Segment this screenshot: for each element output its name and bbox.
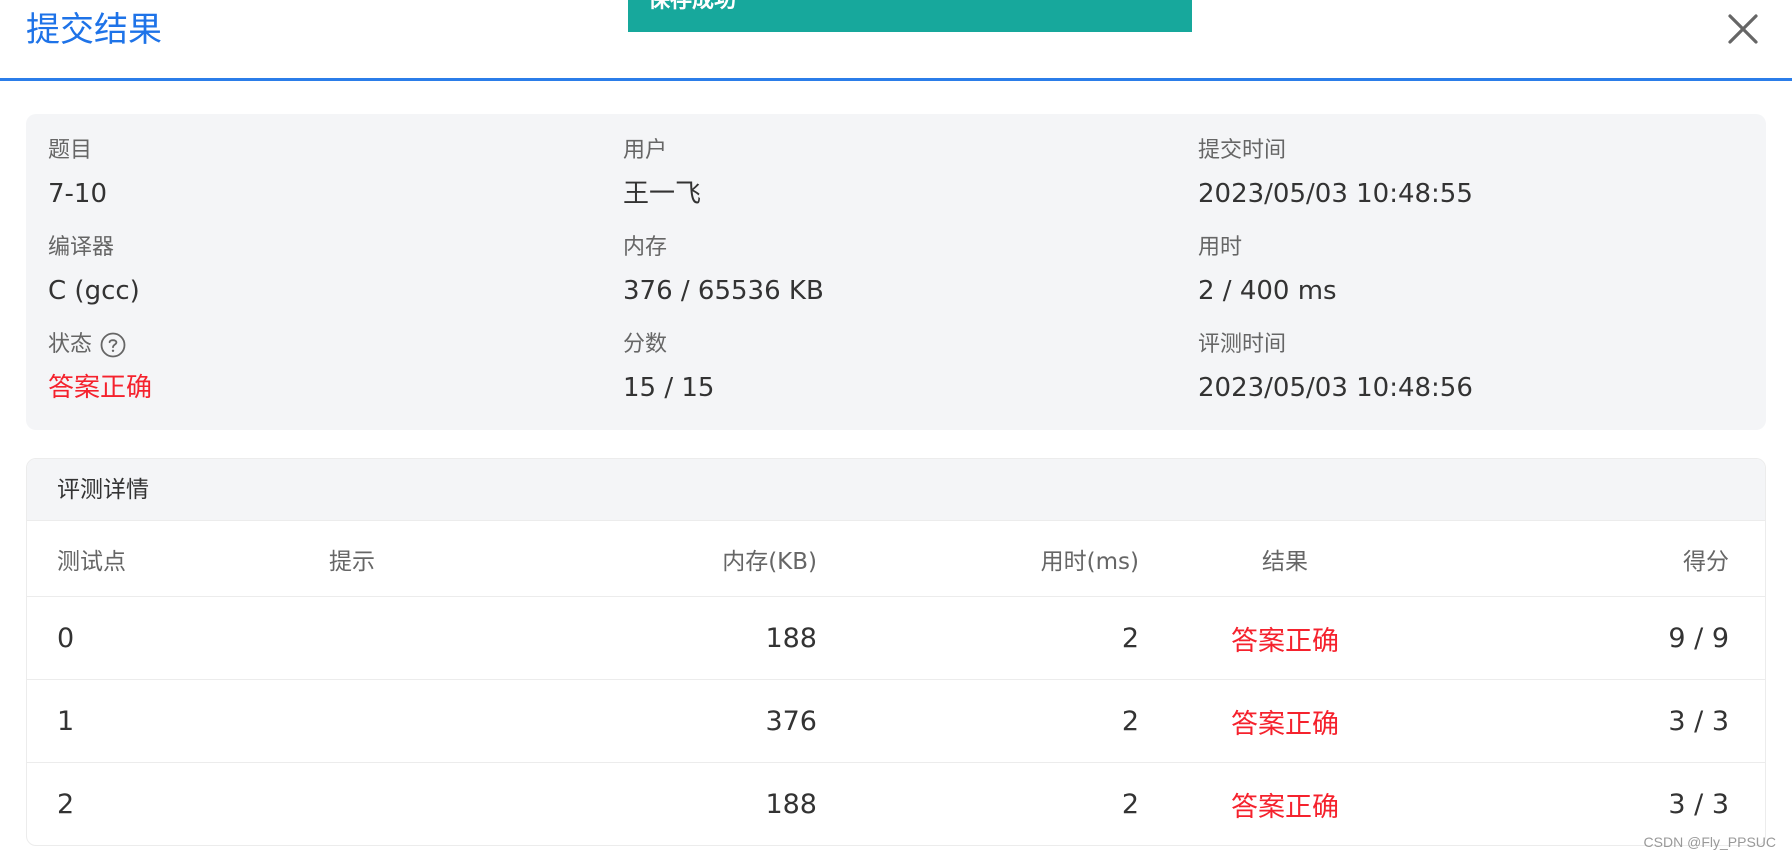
close-button[interactable] — [1724, 10, 1762, 48]
help-circle-icon[interactable] — [100, 332, 126, 358]
summary-status: 状态 答案正确 — [48, 330, 608, 406]
summary-judge-time-label: 评测时间 — [1198, 332, 1287, 357]
watermark: CSDN @Fly_PPSUC — [1643, 834, 1776, 850]
column-header-point: 测试点 — [57, 548, 126, 575]
summary-compiler-value: C (gcc) — [48, 276, 140, 306]
column-header-time: 用时(ms) — [1040, 548, 1139, 575]
summary-status-label: 状态 — [48, 332, 93, 357]
submission-result-dialog: 提交结果 保存成功 题目 7-10 编译器 C (gcc) 状态 答案正确 用户… — [0, 0, 1792, 868]
cell-point: 1 — [57, 705, 75, 737]
results-table-header: 测试点 提示 内存(KB) 用时(ms) 结果 得分 — [27, 521, 1765, 597]
summary-submit-time-value: 2023/05/03 10:48:55 — [1198, 179, 1473, 209]
table-row: 0 188 2 答案正确 9 / 9 — [27, 597, 1765, 680]
column-header-score: 得分 — [1683, 548, 1729, 575]
summary-time-used-value: 2 / 400 ms — [1198, 276, 1337, 306]
summary-judge-time-value: 2023/05/03 10:48:56 — [1198, 373, 1473, 403]
summary-problem: 题目 7-10 — [48, 136, 608, 212]
cell-time: 2 — [1121, 789, 1139, 820]
summary-compiler-label: 编译器 — [48, 235, 115, 260]
summary-time-used-label: 用时 — [1198, 235, 1243, 260]
summary-submit-time-label: 提交时间 — [1198, 138, 1287, 163]
cell-memory: 188 — [765, 622, 817, 654]
column-header-result: 结果 — [1262, 548, 1308, 575]
toast-notification: 保存成功 — [628, 0, 1192, 32]
dialog-title: 提交结果 — [26, 10, 162, 50]
summary-memory-label: 内存 — [623, 235, 668, 260]
cell-result: 答案正确 — [1231, 708, 1339, 740]
summary-status-label-row: 状态 — [48, 330, 608, 360]
cell-time: 2 — [1121, 622, 1139, 654]
summary-score-value: 15 / 15 — [623, 373, 715, 403]
summary-compiler: 编译器 C (gcc) — [48, 233, 608, 309]
column-header-hint: 提示 — [329, 548, 375, 575]
cell-memory: 188 — [765, 789, 817, 820]
column-header-memory: 内存(KB) — [722, 548, 817, 575]
cell-score: 3 / 3 — [1668, 705, 1729, 737]
summary-problem-label: 题目 — [48, 138, 93, 163]
cell-memory: 376 — [765, 705, 817, 737]
summary-judge-time: 评测时间 2023/05/03 10:48:56 — [1198, 330, 1758, 406]
submission-summary-panel: 题目 7-10 编译器 C (gcc) 状态 答案正确 用户 王一飞 内存 37… — [26, 114, 1766, 430]
table-row: 2 188 2 答案正确 3 / 3 — [27, 763, 1765, 845]
judge-details-card: 评测详情 测试点 提示 内存(KB) 用时(ms) 结果 得分 0 188 2 … — [26, 458, 1766, 846]
summary-user: 用户 王一飞 — [623, 136, 1183, 212]
summary-score: 分数 15 / 15 — [623, 330, 1183, 406]
summary-user-value: 王一飞 — [623, 179, 702, 209]
close-icon — [1728, 14, 1758, 44]
summary-problem-value: 7-10 — [48, 179, 108, 209]
cell-point: 0 — [57, 622, 75, 654]
summary-user-label: 用户 — [623, 138, 668, 163]
table-row: 1 376 2 答案正确 3 / 3 — [27, 680, 1765, 763]
summary-score-label: 分数 — [623, 332, 668, 357]
cell-result: 答案正确 — [1231, 625, 1339, 657]
summary-time-used: 用时 2 / 400 ms — [1198, 233, 1758, 309]
cell-score: 9 / 9 — [1668, 622, 1729, 654]
summary-submit-time: 提交时间 2023/05/03 10:48:55 — [1198, 136, 1758, 212]
judge-details-title: 评测详情 — [27, 459, 1765, 521]
cell-result: 答案正确 — [1231, 792, 1339, 823]
dialog-header: 提交结果 保存成功 — [0, 0, 1792, 81]
summary-memory: 内存 376 / 65536 KB — [623, 233, 1183, 309]
cell-point: 2 — [57, 789, 75, 820]
summary-status-value: 答案正确 — [48, 373, 153, 403]
cell-time: 2 — [1121, 705, 1139, 737]
summary-memory-value: 376 / 65536 KB — [623, 276, 824, 306]
